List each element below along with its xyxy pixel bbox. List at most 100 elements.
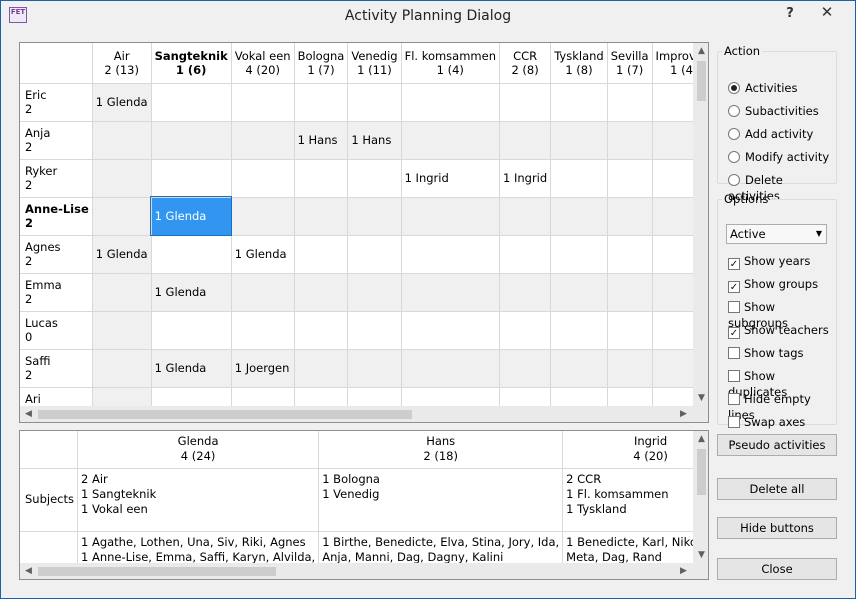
scroll-down-icon[interactable]: ▼: [693, 547, 708, 564]
teacher-column-header[interactable]: Glenda 4 (24): [77, 431, 320, 469]
grid-cell[interactable]: [550, 121, 608, 160]
checkbox-empty-icon[interactable]: [728, 370, 740, 382]
grid-cell[interactable]: [550, 235, 608, 274]
grid-cell[interactable]: [231, 197, 295, 236]
grid-cell[interactable]: [550, 83, 608, 122]
grid-cell[interactable]: [401, 197, 501, 236]
grid-cell[interactable]: [231, 83, 295, 122]
grid-cell[interactable]: [294, 273, 349, 312]
checkbox-empty-icon[interactable]: [728, 416, 740, 428]
checkbox-empty-icon[interactable]: [728, 301, 740, 313]
help-button[interactable]: ?: [777, 3, 803, 27]
delete-all-button[interactable]: Delete all: [717, 478, 837, 500]
grid-cell[interactable]: 1 Glenda: [92, 83, 152, 122]
row-header[interactable]: Ryker 2: [20, 159, 93, 198]
row-header[interactable]: Anne-Lise 2: [20, 197, 93, 236]
grid-cell[interactable]: [294, 159, 349, 198]
grid-cell[interactable]: [499, 311, 552, 350]
scroll-left-icon[interactable]: ◀: [20, 406, 37, 422]
column-header[interactable]: CCR 2 (8): [499, 43, 552, 84]
grid-cell[interactable]: [231, 273, 295, 312]
grid-cell[interactable]: 1 Joergen: [231, 349, 295, 388]
teacher-column-header[interactable]: Hans 2 (18): [318, 431, 564, 469]
grid-cell[interactable]: [151, 311, 232, 350]
grid-cell[interactable]: [92, 197, 152, 236]
column-header[interactable]: Sangteknik 1 (6): [151, 43, 232, 84]
subjects-cell[interactable]: 2 Air 1 Sangteknik 1 Vokal een: [77, 468, 320, 532]
grid-cell[interactable]: [231, 159, 295, 198]
grid-cell[interactable]: [607, 273, 653, 312]
column-header[interactable]: Bologna 1 (7): [294, 43, 349, 84]
grid-cell[interactable]: [347, 311, 402, 350]
checkbox-checked-icon[interactable]: ✓: [728, 327, 740, 339]
radio-icon[interactable]: [728, 151, 740, 163]
row-header[interactable]: Emma 2: [20, 273, 93, 312]
row-header[interactable]: Saffi 2: [20, 349, 93, 388]
option-checkbox[interactable]: Show duplicates: [728, 368, 836, 399]
teacher-vertical-scrollbar[interactable]: ▲ ▼: [693, 431, 708, 564]
grid-cell[interactable]: 1 Glenda: [92, 235, 152, 274]
grid-cell[interactable]: [92, 311, 152, 350]
option-checkbox[interactable]: ✓ Show teachers: [728, 322, 829, 339]
grid-cell[interactable]: [294, 197, 349, 236]
grid-cell[interactable]: [92, 159, 152, 198]
row-header[interactable]: Anja 2: [20, 121, 93, 160]
grid-horizontal-scrollbar[interactable]: ◀ ▶: [20, 406, 708, 422]
grid-cell[interactable]: [607, 83, 653, 122]
scroll-up-icon[interactable]: ▲: [693, 431, 708, 448]
action-radio[interactable]: Modify activity: [728, 149, 829, 165]
grid-cell[interactable]: [231, 121, 295, 160]
grid-cell[interactable]: [607, 235, 653, 274]
option-checkbox[interactable]: Show subgroups: [728, 299, 836, 330]
activity-grid[interactable]: Air 2 (13) Sangteknik 1 (6) Vokal een 4 (20) B…: [19, 42, 709, 423]
grid-cell[interactable]: 1 Glenda: [150, 196, 233, 236]
grid-cell[interactable]: [294, 83, 349, 122]
grid-cell[interactable]: [550, 197, 608, 236]
scroll-down-icon[interactable]: ▼: [693, 390, 708, 407]
radio-icon[interactable]: [728, 128, 740, 140]
grid-cell[interactable]: [294, 349, 349, 388]
scroll-thumb-horizontal[interactable]: [38, 567, 276, 576]
grid-cell[interactable]: [499, 273, 552, 312]
grid-cell[interactable]: [347, 197, 402, 236]
subjects-cell[interactable]: 1 Bologna 1 Venedig: [318, 468, 564, 532]
grid-cell[interactable]: [550, 349, 608, 388]
option-checkbox[interactable]: ✓ Show years: [728, 253, 810, 270]
checkbox-checked-icon[interactable]: ✓: [728, 258, 740, 270]
close-window-button[interactable]: ✕: [805, 2, 849, 24]
checkbox-empty-icon[interactable]: [728, 347, 740, 359]
grid-cell[interactable]: [92, 121, 152, 160]
scroll-thumb[interactable]: [697, 61, 706, 101]
hide-buttons-button[interactable]: Hide buttons: [717, 517, 837, 539]
grid-cell[interactable]: 1 Glenda: [231, 235, 295, 274]
pseudo-activities-button[interactable]: Pseudo activities: [717, 434, 837, 456]
row-header[interactable]: Agnes 2: [20, 235, 93, 274]
grid-cell[interactable]: [550, 273, 608, 312]
grid-cell[interactable]: [499, 197, 552, 236]
grid-cell[interactable]: [92, 273, 152, 312]
action-radio[interactable]: Activities: [728, 80, 797, 96]
checkbox-checked-icon[interactable]: ✓: [728, 281, 740, 293]
close-button[interactable]: Close: [717, 558, 837, 580]
grid-cell[interactable]: [92, 349, 152, 388]
grid-cell[interactable]: [499, 121, 552, 160]
grid-cell[interactable]: [607, 311, 653, 350]
grid-cell[interactable]: [499, 235, 552, 274]
grid-cell[interactable]: 1 Glenda: [151, 273, 232, 312]
action-radio[interactable]: Subactivities: [728, 103, 819, 119]
grid-cell[interactable]: [607, 197, 653, 236]
scroll-left-icon[interactable]: ◀: [20, 563, 37, 579]
teacher-grid[interactable]: Glenda 4 (24) Hans 2 (18) Ingrid 4 (20) Subjec…: [19, 430, 709, 580]
grid-cell[interactable]: [347, 83, 402, 122]
grid-cell[interactable]: [151, 121, 232, 160]
column-header[interactable]: Tyskland 1 (8): [550, 43, 608, 84]
grid-cell[interactable]: [401, 83, 501, 122]
grid-cell[interactable]: [401, 349, 501, 388]
grid-cell[interactable]: [401, 235, 501, 274]
grid-cell[interactable]: [607, 159, 653, 198]
grid-cell[interactable]: [401, 273, 501, 312]
grid-cell[interactable]: 1 Hans: [347, 121, 402, 160]
radio-icon[interactable]: [728, 82, 740, 94]
grid-vertical-scrollbar[interactable]: ▲ ▼: [693, 43, 708, 407]
filter-select[interactable]: Active ▼: [726, 224, 827, 244]
